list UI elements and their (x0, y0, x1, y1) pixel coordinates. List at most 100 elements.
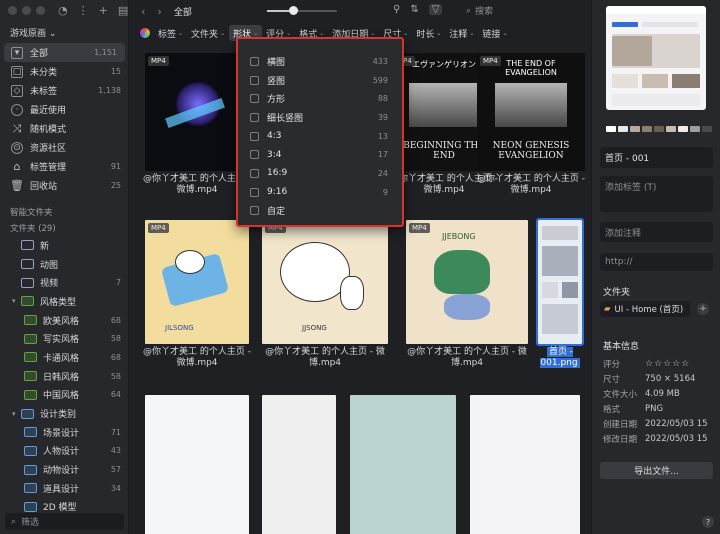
color-swatch[interactable] (606, 126, 616, 132)
folder-item[interactable]: ▾ 设计类别 (0, 404, 129, 423)
shape-option[interactable]: 横图 433 (238, 52, 402, 71)
forward-icon[interactable]: › (157, 5, 161, 18)
filter-8[interactable]: 注释 ⌄ (445, 25, 478, 41)
shape-option[interactable]: 16:9 24 (238, 164, 402, 183)
asset-thumbnail[interactable]: JJEBONG (406, 220, 528, 344)
filter-1[interactable]: 文件夹 ⌄ (187, 25, 229, 41)
filter-7[interactable]: 时长 ⌄ (412, 25, 445, 41)
checkbox[interactable] (250, 131, 259, 141)
checkbox[interactable] (250, 56, 259, 66)
library-switcher[interactable]: 游戏原画 ⌄ (10, 26, 56, 39)
chevron-down-icon[interactable]: ▾ (12, 410, 20, 418)
filter-9[interactable]: 链接 ⌄ (478, 25, 511, 41)
folder-item[interactable]: 日韩风格 58 (0, 367, 129, 386)
zoom-window-button[interactable] (36, 6, 45, 15)
shape-option[interactable]: 3:4 17 (238, 145, 402, 164)
asset-thumbnail[interactable] (536, 218, 584, 346)
sidebar-item-community[interactable]: ⊙ 资源社区 (0, 138, 129, 157)
asset-thumbnail[interactable]: THE END OF EVANGELION NEON GENESIS EVANGE… (477, 53, 585, 171)
help-icon[interactable]: ? (702, 516, 714, 528)
folder-item[interactable]: 道具设计 34 (0, 479, 129, 498)
add-folder-button[interactable]: + (697, 303, 709, 315)
folder-chip[interactable]: ▰ UI - Home (首页) (600, 301, 690, 317)
asset-thumbnail[interactable] (470, 395, 580, 534)
color-swatch[interactable] (678, 126, 688, 132)
url-input[interactable]: http:// (600, 253, 713, 271)
asset-caption[interactable]: @你丫才美工 的个人主页 - 微博.mp4 (404, 347, 530, 369)
asset-thumbnail[interactable]: JILSONG (145, 220, 249, 344)
thumbnail-size-slider[interactable] (267, 6, 337, 15)
name-field[interactable]: 首页 - 001 (600, 147, 713, 168)
shape-option[interactable]: 9:16 9 (238, 183, 402, 202)
shape-option[interactable]: 4:3 13 (238, 127, 402, 146)
asset-caption[interactable]: @你丫才美工 的个人主页 - 微博.mp4 (143, 347, 251, 369)
layout-icon[interactable]: ⚲ (393, 4, 400, 15)
bell-icon[interactable]: ◔ (58, 4, 68, 17)
chevron-down-icon[interactable]: ▾ (12, 297, 20, 305)
asset-caption[interactable]: @你丫才美工 的个人主页 - 微博.mp4 (475, 174, 587, 196)
checkbox[interactable] (250, 168, 259, 178)
slider-knob[interactable] (289, 6, 298, 15)
folder-item[interactable]: 人物设计 43 (0, 442, 129, 461)
folder-item[interactable]: 欧美风格 68 (0, 311, 129, 330)
asset-caption[interactable]: @你丫才美工 的个人主页 - 微博.mp4 (260, 347, 390, 369)
filter-0[interactable]: 标签 ⌄ (154, 25, 187, 41)
back-icon[interactable]: ‹ (141, 5, 145, 18)
filter-funnel-icon[interactable]: ▽ (428, 4, 443, 15)
checkbox[interactable] (250, 112, 259, 122)
color-swatch[interactable] (654, 126, 664, 132)
folder-item[interactable]: 新 (0, 236, 129, 255)
close-window-button[interactable] (8, 6, 17, 15)
sidebar-item-unsorted[interactable]: □ 未分类 15 (0, 62, 129, 81)
asset-thumbnail[interactable] (262, 395, 336, 534)
folder-item[interactable]: 动物设计 57 (0, 460, 129, 479)
color-filter-icon[interactable] (140, 28, 150, 38)
color-swatch[interactable] (702, 126, 712, 132)
asset-caption[interactable]: @你丫才美工 的个人主页 - 微博.mp4 (143, 174, 251, 196)
sidebar-toggle-icon[interactable]: ▤ (118, 4, 128, 17)
sidebar-item-all[interactable]: ▾ 全部 1,151 (4, 43, 125, 62)
shape-option[interactable]: 竖图 599 (238, 71, 402, 90)
add-icon[interactable]: + (99, 4, 108, 17)
asset-thumbnail[interactable] (145, 53, 249, 171)
asset-thumbnail[interactable] (145, 395, 249, 534)
shape-option[interactable]: 细长竖图 39 (238, 108, 402, 127)
smart-folders-header[interactable]: 智能文件夹 (0, 204, 129, 220)
sidebar-item-tags[interactable]: ⌂ 标签管理 91 (0, 157, 129, 176)
shape-option[interactable]: 方形 88 (238, 89, 402, 108)
checkbox[interactable] (250, 187, 259, 197)
asset-thumbnail[interactable] (350, 395, 456, 534)
minimize-window-button[interactable] (22, 6, 31, 15)
asset-caption[interactable]: 首页 - 001.png (532, 347, 588, 369)
search-input[interactable]: ⌕ 搜索 (466, 3, 586, 18)
sidebar-item-recent[interactable]: · 最近使用 (0, 100, 129, 119)
sidebar-filter-input[interactable]: ⌕ 筛选 (5, 513, 124, 530)
folder-item[interactable]: 卡通风格 68 (0, 348, 129, 367)
sidebar-item-trash[interactable]: 🗑 回收站 25 (0, 176, 129, 195)
sort-icon[interactable]: ⇅ (410, 4, 418, 15)
folder-item[interactable]: 动图 (0, 255, 129, 274)
export-button[interactable]: 导出文件... (600, 462, 713, 479)
checkbox[interactable] (250, 206, 259, 216)
color-swatch[interactable] (642, 126, 652, 132)
checkbox[interactable] (250, 94, 259, 104)
color-swatch[interactable] (618, 126, 628, 132)
checkbox[interactable] (250, 150, 259, 160)
more-icon[interactable]: ⋮ (78, 4, 89, 17)
folder-item[interactable]: 写实风格 58 (0, 329, 129, 348)
asset-thumbnail[interactable]: JJSONG (262, 220, 388, 344)
sidebar-item-untagged[interactable]: ◇ 未标签 1,138 (0, 81, 129, 100)
folders-header[interactable]: 文件夹 (29) (0, 220, 129, 236)
folder-item[interactable]: 场景设计 71 (0, 423, 129, 442)
color-swatch[interactable] (630, 126, 640, 132)
folder-item[interactable]: 中国风格 64 (0, 386, 129, 405)
color-swatch[interactable] (690, 126, 700, 132)
folder-item[interactable]: ▾ 风格类型 (0, 292, 129, 311)
rating-stars[interactable]: ☆☆☆☆☆ (645, 359, 690, 369)
tag-input[interactable]: 添加标签 (T) (600, 176, 713, 212)
note-input[interactable]: 添加注释 (600, 222, 713, 242)
color-swatch[interactable] (666, 126, 676, 132)
sidebar-item-random[interactable]: ⤨ 随机模式 (0, 119, 129, 138)
shape-option[interactable]: 自定 (238, 202, 402, 221)
checkbox[interactable] (250, 75, 259, 85)
